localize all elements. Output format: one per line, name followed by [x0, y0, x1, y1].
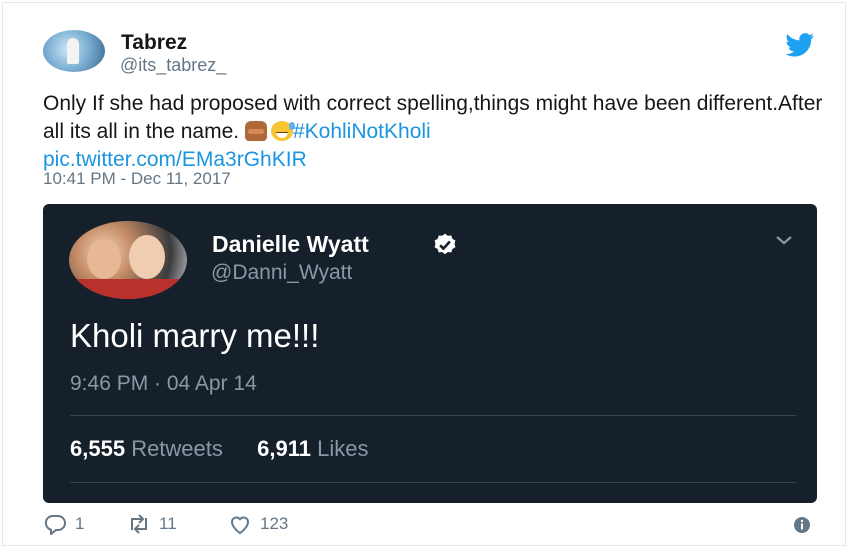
retweet-icon [131, 514, 147, 534]
avatar-shirt [69, 279, 187, 299]
tweet-body: Only If she had proposed with correct sp… [43, 92, 823, 143]
twitter-bird-icon[interactable] [785, 33, 815, 57]
info-icon[interactable] [793, 516, 811, 534]
avatar-face-2 [129, 235, 165, 279]
author-name[interactable]: Tabrez [121, 31, 187, 55]
reply-button[interactable]: 1 [43, 513, 84, 535]
reply-icon [44, 515, 66, 535]
quoted-tweet-timestamp[interactable]: 9:46 PM · 04 Apr 14 [70, 372, 257, 396]
see-no-evil-monkey-emoji [244, 121, 267, 141]
retweets-label[interactable]: Retweets [131, 436, 223, 461]
author-handle[interactable]: @its_tabrez_ [120, 55, 226, 76]
quoted-tweet-text: Kholi marry me!!! [70, 317, 320, 354]
retweets-count[interactable]: 6,555 [70, 436, 125, 461]
pic-link[interactable]: pic.twitter.com/EMa3rGhKIR [43, 148, 307, 171]
verified-badge-icon [434, 233, 456, 255]
author-avatar[interactable] [43, 30, 105, 72]
tweet-actions: 1 11 123 [43, 513, 813, 537]
sweat-smile-emoji [270, 121, 295, 141]
avatar-figure [67, 38, 79, 64]
hashtag-link[interactable]: #KohliNotKholi [293, 120, 431, 143]
quoted-author-avatar[interactable] [69, 221, 187, 299]
divider [70, 415, 796, 416]
divider [70, 482, 796, 483]
chevron-down-icon[interactable] [774, 233, 794, 247]
retweet-count: 11 [159, 514, 177, 533]
like-button[interactable]: 123 [228, 513, 288, 535]
tweet-timestamp[interactable]: 10:41 PM - Dec 11, 2017 [43, 169, 231, 189]
like-count: 123 [260, 514, 289, 533]
engagement-stats: 6,555 Retweets 6,911 Likes [70, 436, 368, 462]
quoted-tweet[interactable]: Danielle Wyatt @Danni_Wyatt Kholi marry … [43, 204, 817, 503]
likes-label[interactable]: Likes [317, 436, 368, 461]
likes-count[interactable]: 6,911 [257, 436, 311, 461]
heart-icon [230, 516, 250, 535]
quoted-author-handle[interactable]: @Danni_Wyatt [211, 261, 352, 285]
quoted-author-name[interactable]: Danielle Wyatt [212, 231, 369, 258]
retweet-button[interactable]: 11 [127, 513, 177, 535]
avatar-face-1 [87, 239, 121, 279]
tweet-text: Only If she had proposed with correct sp… [43, 90, 833, 174]
reply-count: 1 [75, 514, 85, 533]
tweet-card: Tabrez @its_tabrez_ Only If she had prop… [2, 2, 846, 546]
